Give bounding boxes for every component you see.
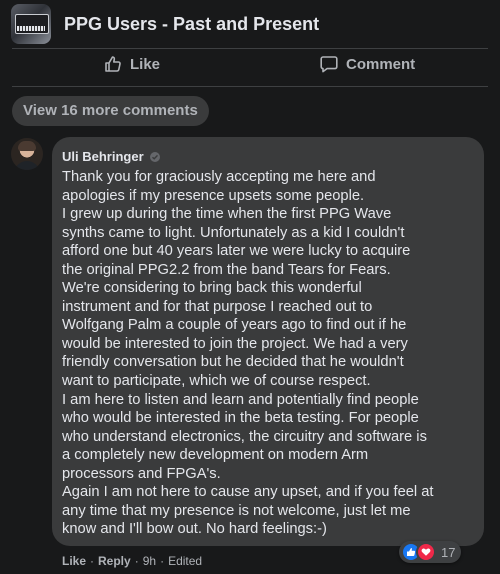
group-header: PPG Users - Past and Present xyxy=(0,0,500,50)
comment-line: friendly conversation but he decided tha… xyxy=(62,354,404,371)
comment-text: Thank you for graciously accepting me he… xyxy=(62,168,472,539)
comment-timestamp[interactable]: 9h xyxy=(143,554,156,568)
comment-meta-row: Like · Reply · 9h · Edited xyxy=(62,554,202,568)
comment-line: want to participate, which we of course … xyxy=(62,373,371,390)
synth-body-graphic xyxy=(15,14,49,34)
comment-line: any time that my presence is not welcome… xyxy=(62,502,411,519)
comment-edited-label[interactable]: Edited xyxy=(168,554,202,568)
comment-line: know and I'll bow out. No hard feelings:… xyxy=(62,521,327,538)
header-divider xyxy=(12,48,488,49)
comment-line: I grew up during the time when the first… xyxy=(62,206,392,223)
comment-line: instrument and for that purpose I reache… xyxy=(62,298,373,315)
view-more-comments-button[interactable]: View 16 more comments xyxy=(12,96,209,126)
profile-badge-icon xyxy=(149,150,161,162)
comment-line: synths came to light. Unfortunately as a… xyxy=(62,224,405,241)
comment-line: apologies if my presence upsets some peo… xyxy=(62,187,365,204)
reaction-count: 17 xyxy=(441,544,456,560)
comment-line: who understand electronics, the circuitr… xyxy=(62,428,427,445)
reaction-summary[interactable]: 17 xyxy=(399,541,462,563)
thumbs-up-icon xyxy=(103,54,123,74)
love-reaction-icon xyxy=(416,542,436,562)
meta-separator: · xyxy=(134,554,139,568)
comment-line: I am here to listen and learn and potent… xyxy=(62,391,419,408)
comment-line: would be interested to join the project.… xyxy=(62,335,408,352)
comment-line: Again I am not here to cause any upset, … xyxy=(62,484,434,501)
comment-line: processors and FPGA's. xyxy=(62,465,221,482)
comment-bubble: Uli Behringer Thank you for graciously a… xyxy=(52,137,484,546)
comment-line: Wolfgang Palm a couple of years ago to f… xyxy=(62,317,407,334)
group-thumbnail[interactable] xyxy=(11,4,51,44)
comment-line: We're considering to bring back this won… xyxy=(62,280,362,297)
actions-divider xyxy=(12,86,488,87)
comment-reply-link[interactable]: Reply xyxy=(98,554,131,568)
comment-line: Thank you for graciously accepting me he… xyxy=(62,169,376,185)
comment-bubble-icon xyxy=(319,54,339,74)
comment-author-name[interactable]: Uli Behringer xyxy=(62,149,144,164)
comment-button[interactable]: Comment xyxy=(319,52,415,76)
comment-line: the original PPG2.2 from the band Tears … xyxy=(62,261,391,278)
avatar-shirt xyxy=(14,161,40,170)
comment-button-label: Comment xyxy=(346,55,416,73)
avatar[interactable] xyxy=(11,138,43,170)
synth-keys-graphic xyxy=(17,26,45,31)
like-button[interactable]: Like xyxy=(103,52,160,76)
like-button-label: Like xyxy=(130,55,161,73)
comment-author-row: Uli Behringer xyxy=(62,147,472,165)
comment-line: who would be interested in the beta test… xyxy=(62,410,419,427)
reaction-icons xyxy=(401,542,436,562)
avatar-hair xyxy=(18,141,36,151)
meta-separator: · xyxy=(90,554,95,568)
comment-line: a completely new development on modern A… xyxy=(62,447,369,464)
comment-line: afford one but 40 years later we were lu… xyxy=(62,243,411,260)
group-title[interactable]: PPG Users - Past and Present xyxy=(64,14,319,35)
comment-like-link[interactable]: Like xyxy=(62,554,86,568)
meta-separator: · xyxy=(160,554,165,568)
